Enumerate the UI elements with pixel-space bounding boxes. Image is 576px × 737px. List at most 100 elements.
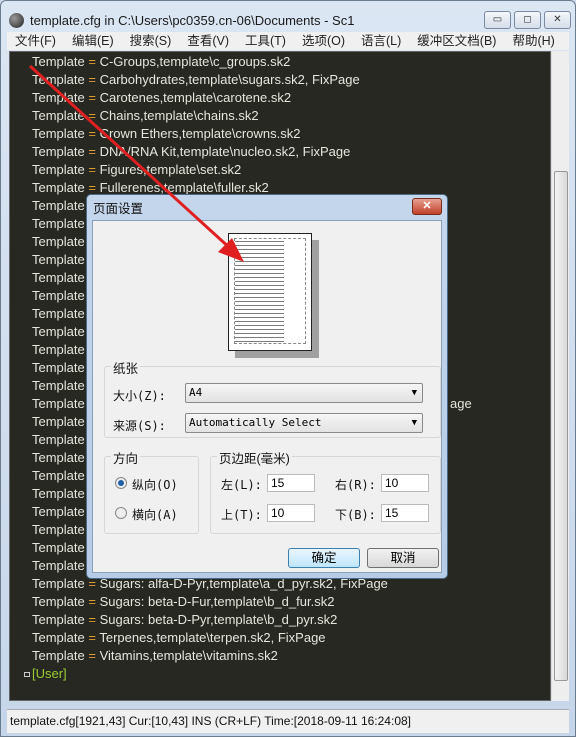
line-operator: = (88, 54, 96, 69)
editor-line: Template = Carbohydrates,template\sugars… (32, 71, 360, 89)
line-value: C-Groups,template\c_groups.sk2 (99, 54, 291, 69)
line-value: Fullerenes,template\fuller.sk2 (99, 180, 269, 195)
menu-item[interactable]: 工具(T) (237, 32, 294, 50)
line-operator: = (88, 72, 96, 87)
orientation-group: 方向 纵向(O) 横向(A) (104, 448, 199, 534)
scrollbar-thumb[interactable] (554, 171, 568, 681)
left-margin-label: 左(L): (221, 478, 262, 492)
dialog-close-button[interactable]: ✕ (412, 198, 442, 215)
window-title: template.cfg in C:\Users\pc0359.cn-06\Do… (30, 12, 355, 28)
line-key: Template (32, 108, 85, 123)
landscape-label[interactable]: 横向(A) (132, 506, 178, 523)
menu-bar: 文件(F) 编辑(E) 搜索(S) 查看(V) 工具(T) 选项(O) 语言(L) 缓冲区文档… (7, 32, 569, 50)
line-key: Template (32, 522, 85, 537)
app-icon (9, 12, 24, 28)
editor-line: Template = C-Groups,template\c_groups.sk… (32, 53, 290, 71)
editor-line: Template = Terpenes,template\terpen.sk2,… (32, 629, 326, 647)
portrait-label[interactable]: 纵向(O) (132, 476, 178, 493)
paper-size-value: A4 (189, 386, 203, 399)
line-key: Template (32, 360, 85, 375)
paper-size-select[interactable]: A4 ▼ (185, 383, 423, 403)
menu-item[interactable]: 缓冲区文档(B) (409, 32, 504, 50)
chevron-down-icon: ▼ (411, 388, 417, 398)
editor-line: Template = Crown Ethers,template\crowns.… (32, 125, 300, 143)
line-value: Chains,template\chains.sk2 (99, 108, 259, 123)
line-value: Carbohydrates,template\sugars.sk2, FixPa… (99, 72, 360, 87)
line-value: DNA/RNA Kit,template\nucleo.sk2, FixPage (99, 144, 351, 159)
menu-item[interactable]: 文件(F) (7, 32, 64, 50)
line-operator: = (88, 648, 96, 663)
line-key: Template (32, 72, 85, 87)
cancel-button[interactable]: 取消 (367, 548, 439, 568)
margins-group: 页边距(毫米) 左(L): 15 右(R): 10 上(T): 10 下(B):… (210, 448, 441, 534)
line-key: Template (32, 468, 85, 483)
right-margin-input[interactable]: 10 (381, 474, 429, 492)
editor-line: Template = Figures,template\set.sk2 (32, 161, 241, 179)
line-value: Vitamins,template\vitamins.sk2 (99, 648, 278, 663)
line-key: Template (32, 414, 85, 429)
title-bar: template.cfg in C:\Users\pc0359.cn-06\Do… (9, 9, 575, 31)
maximize-button[interactable]: ◻ (514, 11, 541, 29)
chevron-down-icon: ▼ (411, 418, 417, 428)
line-operator: = (88, 108, 96, 123)
portrait-radio[interactable] (115, 477, 127, 489)
vertical-scrollbar[interactable] (551, 51, 569, 701)
line-value: Sugars: beta-D-Pyr,template\b_d_pyr.sk2 (99, 612, 338, 627)
line-key: Template (32, 180, 85, 195)
paper-group: 纸张 大小(Z): A4 ▼ 来源(S): Automatically Selec… (104, 358, 441, 438)
line-key: Template (32, 198, 85, 213)
line-key: Template (32, 342, 85, 357)
editor-line: Template = DNA/RNA Kit,template\nucleo.s… (32, 143, 350, 161)
line-value: Crown Ethers,template\crowns.sk2 (99, 126, 301, 141)
line-key: Template (32, 486, 85, 501)
line-key: Template (32, 234, 85, 249)
line-key: Template (32, 90, 85, 105)
landscape-radio[interactable] (115, 507, 127, 519)
line-operator: = (88, 630, 96, 645)
line-key: Template (32, 288, 85, 303)
menu-item[interactable]: 编辑(E) (64, 32, 122, 50)
editor-line: Template = Carotenes,template\carotene.s… (32, 89, 291, 107)
close-button[interactable]: ✕ (544, 11, 571, 29)
menu-item[interactable]: 语言(L) (353, 32, 409, 50)
line-key: Template (32, 594, 85, 609)
line-operator: = (88, 90, 96, 105)
section-header: [User] (32, 666, 67, 681)
line-key: Template (32, 558, 85, 573)
orientation-group-label: 方向 (111, 448, 141, 467)
line-key: Template (32, 432, 85, 447)
left-margin-input[interactable]: 15 (267, 474, 315, 492)
line-key: Template (32, 540, 85, 555)
menu-item[interactable]: 查看(V) (179, 32, 237, 50)
ok-button[interactable]: 确定 (288, 548, 360, 568)
margins-group-label: 页边距(毫米) (217, 448, 292, 467)
line-key: Template (32, 144, 85, 159)
fold-toggle-icon[interactable] (24, 672, 30, 677)
paper-source-value: Automatically Select (189, 416, 322, 429)
menu-item[interactable]: 帮助(H) (504, 32, 562, 50)
editor-line: Template = Sugars: beta-D-Pyr,template\b… (32, 611, 337, 629)
status-bar: template.cfg[1921,43] Cur:[10,43] INS (C… (7, 709, 569, 733)
menu-item[interactable]: 搜索(S) (122, 32, 180, 50)
line-key: Template (32, 612, 85, 627)
paper-source-select[interactable]: Automatically Select ▼ (185, 413, 423, 433)
line-key: Template (32, 504, 85, 519)
line-value: Figures,template\set.sk2 (99, 162, 242, 177)
line-key: Template (32, 216, 85, 231)
line-key: Template (32, 252, 85, 267)
editor-line: Template = Sugars: beta-D-Fur,template\b… (32, 593, 334, 611)
bottom-margin-input[interactable]: 15 (381, 504, 429, 522)
top-margin-input[interactable]: 10 (267, 504, 315, 522)
line-operator: = (88, 612, 96, 627)
line-key: Template (32, 648, 85, 663)
line-operator: = (88, 144, 96, 159)
editor-line: Template = Chains,template\chains.sk2 (32, 107, 259, 125)
paper-group-label: 纸张 (111, 358, 141, 377)
size-label: 大小(Z): (113, 389, 166, 403)
line-value: Sugars: beta-D-Fur,template\b_d_fur.sk2 (99, 594, 335, 609)
menu-item[interactable]: 选项(O) (294, 32, 353, 50)
line-key: Template (32, 306, 85, 321)
line-value: Carotenes,template\carotene.sk2 (99, 90, 292, 105)
minimize-button[interactable]: ▭ (484, 11, 511, 29)
editor-line: Template = Vitamins,template\vitamins.sk… (32, 647, 278, 665)
